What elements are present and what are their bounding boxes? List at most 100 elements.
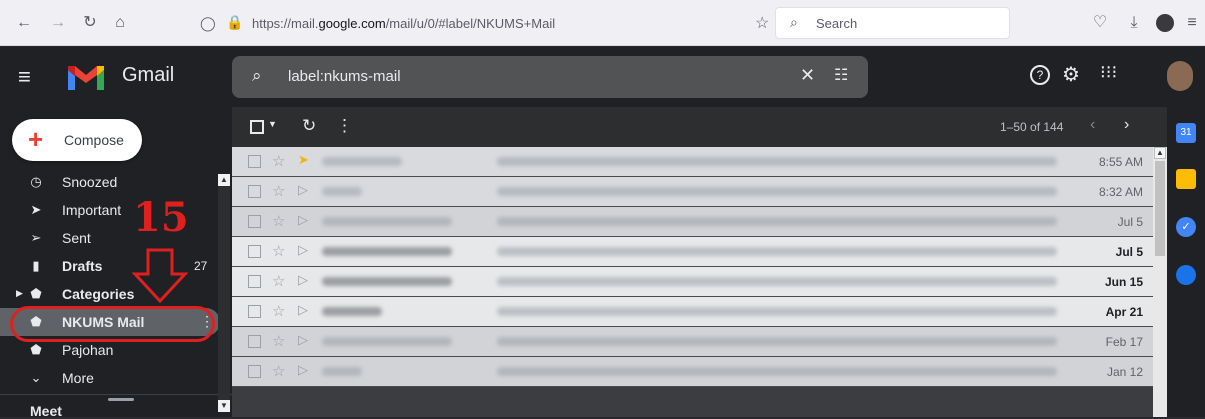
search-query[interactable]: label:nkums-mail bbox=[288, 68, 401, 85]
forward-icon[interactable]: → bbox=[48, 13, 68, 33]
list-scrollbar[interactable]: ▲ bbox=[1153, 147, 1167, 417]
keep-icon[interactable] bbox=[1176, 169, 1196, 189]
menu-icon[interactable]: ≡ bbox=[1182, 13, 1202, 33]
row-checkbox[interactable] bbox=[248, 185, 261, 198]
search-icon[interactable]: ⌕ bbox=[252, 66, 262, 86]
email-row[interactable]: ☆ ▷ Jan 12 bbox=[232, 357, 1167, 387]
select-dropdown-icon[interactable]: ▼ bbox=[268, 119, 277, 129]
contacts-icon[interactable] bbox=[1176, 265, 1196, 285]
important-marker-icon[interactable]: ▷ bbox=[298, 302, 308, 318]
calendar-icon[interactable]: 31 bbox=[1176, 123, 1196, 143]
compose-plus-icon: + bbox=[28, 124, 44, 154]
email-row[interactable]: ☆ ▷ Jun 15 bbox=[232, 267, 1167, 297]
settings-icon[interactable]: ⚙ bbox=[1062, 62, 1080, 87]
row-checkbox[interactable] bbox=[248, 245, 261, 258]
sidebar-item-label: Snoozed bbox=[62, 174, 118, 190]
back-icon[interactable]: ← bbox=[14, 13, 34, 33]
more-actions-icon[interactable]: ⋮ bbox=[336, 116, 353, 136]
compose-button[interactable]: + Compose bbox=[12, 119, 142, 161]
search-icon: ⌕ bbox=[790, 14, 798, 30]
redacted-subject bbox=[497, 157, 1057, 166]
important-marker-icon[interactable]: ▷ bbox=[298, 362, 308, 378]
expand-arrow-icon[interactable]: ▶ bbox=[16, 288, 23, 299]
mail-search-bar[interactable]: ⌕ label:nkums-mail ✕ ☷ bbox=[232, 56, 868, 98]
scroll-up-icon[interactable]: ▲ bbox=[1154, 147, 1166, 159]
redacted-subject bbox=[497, 247, 1057, 256]
redacted-sender bbox=[322, 307, 382, 316]
star-icon[interactable]: ☆ bbox=[272, 152, 285, 170]
sidebar-item-label: More bbox=[62, 370, 94, 386]
avatar[interactable] bbox=[1167, 61, 1193, 91]
compose-label: Compose bbox=[64, 132, 124, 148]
search-options-icon[interactable]: ☷ bbox=[834, 65, 848, 85]
reload-icon[interactable]: ↻ bbox=[80, 13, 100, 33]
star-icon[interactable]: ☆ bbox=[272, 212, 285, 230]
resize-handle[interactable] bbox=[108, 398, 134, 401]
important-marker-icon[interactable]: ▷ bbox=[298, 332, 308, 348]
email-row[interactable]: ☆ ▷ Jul 5 bbox=[232, 207, 1167, 237]
browser-toolbar: ← → ↻ ⌂ ◯ 🔒 https://mail.google.com/mail… bbox=[0, 0, 1205, 46]
home-icon[interactable]: ⌂ bbox=[110, 13, 130, 33]
sidebar-item-label: Sent bbox=[62, 230, 91, 246]
main-menu-icon[interactable]: ≡ bbox=[18, 64, 31, 90]
row-checkbox[interactable] bbox=[248, 155, 261, 168]
email-row[interactable]: ☆ ▷ 8:32 AM bbox=[232, 177, 1167, 207]
star-icon[interactable]: ☆ bbox=[272, 302, 285, 320]
sidebar-item-snoozed[interactable]: ◷ Snoozed bbox=[0, 168, 220, 196]
side-panel: 31 ✓ bbox=[1167, 107, 1205, 417]
download-icon[interactable]: ⤓ bbox=[1124, 13, 1144, 33]
redacted-sender bbox=[322, 277, 452, 286]
row-checkbox[interactable] bbox=[248, 275, 261, 288]
email-row[interactable]: ☆ ➤ 8:55 AM bbox=[232, 147, 1167, 177]
help-icon[interactable]: ? bbox=[1030, 65, 1050, 85]
pagination-text: 1–50 of 144 bbox=[1000, 120, 1064, 134]
email-row[interactable]: ☆ ▷ Apr 21 bbox=[232, 297, 1167, 327]
redacted-subject bbox=[497, 187, 1057, 196]
email-row[interactable]: ☆ ▷ Jul 5 bbox=[232, 237, 1167, 267]
annotation-number: 15 bbox=[133, 194, 189, 241]
redacted-sender bbox=[322, 247, 452, 256]
important-marker-icon[interactable]: ▷ bbox=[298, 272, 308, 288]
apps-grid-icon[interactable]: ⁝⁝⁝ bbox=[1100, 62, 1117, 83]
scroll-up-icon[interactable]: ▲ bbox=[218, 174, 230, 186]
sidebar-item-label: Pajohan bbox=[62, 342, 114, 358]
extension-icon[interactable] bbox=[1156, 14, 1174, 32]
important-marker-icon[interactable]: ▷ bbox=[298, 212, 308, 228]
star-icon[interactable]: ☆ bbox=[272, 242, 285, 260]
browser-search-box[interactable]: ⌕ Search bbox=[775, 7, 1010, 39]
next-page-icon[interactable]: › bbox=[1124, 116, 1129, 134]
important-marker-icon[interactable]: ▷ bbox=[298, 182, 308, 198]
email-date: Jan 12 bbox=[1106, 365, 1143, 379]
row-checkbox[interactable] bbox=[248, 335, 261, 348]
star-icon[interactable]: ☆ bbox=[272, 332, 285, 350]
star-icon[interactable]: ☆ bbox=[272, 272, 285, 290]
sidebar-scrollbar[interactable]: ▲ ▼ bbox=[218, 174, 230, 412]
shield-icon: ◯ bbox=[200, 15, 216, 31]
email-date: Jun 15 bbox=[1104, 275, 1143, 289]
row-checkbox[interactable] bbox=[248, 305, 261, 318]
star-icon[interactable]: ☆ bbox=[272, 182, 285, 200]
email-date: Apr 21 bbox=[1105, 305, 1143, 319]
important-marker-icon[interactable]: ➤ bbox=[298, 152, 309, 168]
scroll-down-icon[interactable]: ▼ bbox=[218, 400, 230, 412]
scroll-thumb[interactable] bbox=[1155, 161, 1165, 256]
bookmark-star-icon[interactable]: ☆ bbox=[755, 13, 769, 33]
star-icon[interactable]: ☆ bbox=[272, 362, 285, 380]
select-all-checkbox[interactable] bbox=[250, 120, 264, 134]
email-row[interactable]: ☆ ▷ Feb 17 bbox=[232, 327, 1167, 357]
row-checkbox[interactable] bbox=[248, 215, 261, 228]
chevron-down-icon: ⌄ bbox=[30, 370, 42, 385]
tasks-icon[interactable]: ✓ bbox=[1176, 217, 1196, 237]
row-checkbox[interactable] bbox=[248, 365, 261, 378]
sidebar-item-label: Important bbox=[62, 202, 122, 218]
important-marker-icon[interactable]: ▷ bbox=[298, 242, 308, 258]
clear-search-icon[interactable]: ✕ bbox=[800, 65, 815, 86]
label-icon: ⬟ bbox=[30, 286, 42, 301]
sidebar-item-more[interactable]: ⌄ More bbox=[0, 364, 220, 392]
refresh-icon[interactable]: ↻ bbox=[302, 116, 316, 136]
email-date: Jul 5 bbox=[1115, 245, 1143, 259]
prev-page-icon[interactable]: ‹ bbox=[1090, 116, 1095, 134]
important-icon: ➤ bbox=[30, 202, 42, 217]
sidebar-divider bbox=[0, 394, 232, 395]
pocket-icon[interactable]: ♡ bbox=[1090, 13, 1110, 33]
